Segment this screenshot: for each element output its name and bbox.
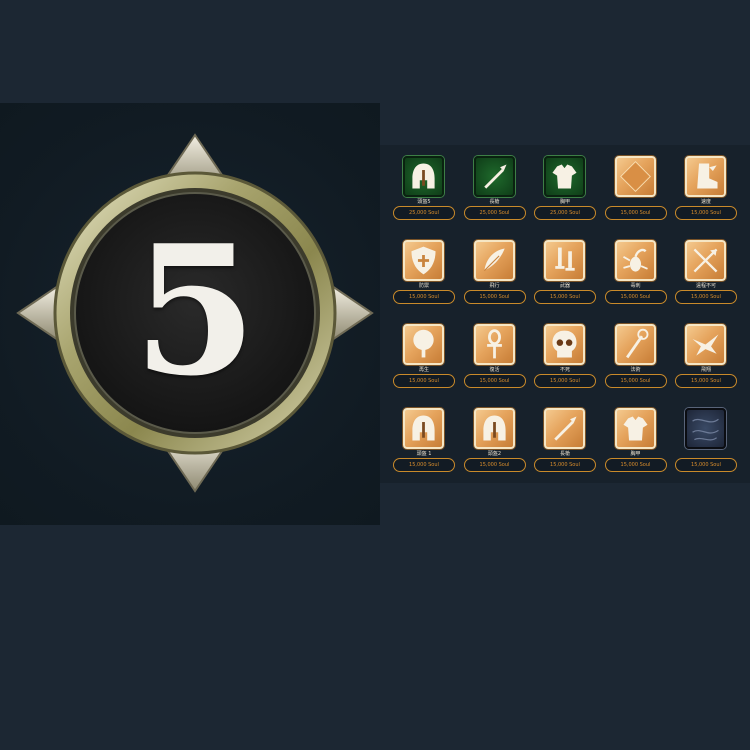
reward-item[interactable]: 胸甲 15,000 Soul (601, 402, 671, 486)
reward-label: 飛行 (489, 283, 500, 289)
rank-number: 5 (133, 206, 257, 415)
spear-icon[interactable] (473, 156, 515, 197)
reward-item[interactable]: 15,000 Soul (671, 402, 741, 486)
price-button[interactable]: 15,000 Soul (675, 374, 737, 388)
reward-item[interactable]: 飛翔 15,000 Soul (671, 318, 741, 402)
reward-label: 胸甲 (630, 451, 641, 457)
helmet-icon[interactable] (403, 156, 444, 197)
body-armor-icon[interactable] (614, 408, 656, 449)
reward-item[interactable]: 頭盔 1 15,000 Soul (389, 402, 459, 486)
tree-icon[interactable] (403, 324, 444, 365)
reward-label: 胸甲 (559, 199, 570, 205)
staff-icon[interactable] (614, 324, 656, 365)
price-button[interactable]: 15,000 Soul (604, 458, 667, 472)
reward-item[interactable]: 不死 15,000 Soul (530, 318, 600, 402)
reward-item[interactable]: 遠程不可 15,000 Soul (671, 234, 741, 318)
reward-label: 不死 (559, 367, 570, 373)
reward-grid: 頭盔5 25,000 Soul 長槍 25,000 Soul 胸甲 25,000 Soul… (380, 145, 750, 483)
reward-label: 頭盔5 (417, 199, 431, 205)
price-button[interactable]: 15,000 Soul (604, 206, 667, 220)
reward-item[interactable]: 長槍 25,000 Soul (460, 150, 530, 234)
reward-item[interactable]: 速度 15,000 Soul (671, 150, 741, 234)
reward-label: 法術 (630, 367, 641, 373)
reward-item[interactable]: 頭盔2 15,000 Soul (460, 402, 530, 486)
reward-item[interactable]: 防禦 15,000 Soul (389, 234, 459, 318)
price-button[interactable]: 15,000 Soul (675, 458, 737, 472)
helmet-icon[interactable] (403, 408, 444, 449)
price-button[interactable]: 15,000 Soul (463, 290, 526, 304)
reward-item[interactable]: 長槍 15,000 Soul (530, 402, 600, 486)
price-button[interactable]: 15,000 Soul (675, 206, 737, 220)
reward-label: 頭盔 1 (416, 451, 432, 457)
spear-icon[interactable] (544, 408, 585, 449)
dark-texture-icon[interactable] (685, 408, 726, 449)
body-armor-icon[interactable] (544, 156, 585, 197)
shield-icon[interactable] (403, 240, 444, 281)
price-button[interactable]: 25,000 Soul (463, 206, 526, 220)
reward-item[interactable]: 飛行 15,000 Soul (460, 234, 530, 318)
ankh-icon[interactable] (473, 324, 515, 365)
reward-label: 遠程不可 (695, 283, 716, 289)
price-button[interactable]: 15,000 Soul (393, 374, 455, 388)
reward-label: 復活 (489, 367, 500, 373)
crossed-arrows-icon[interactable] (685, 240, 726, 281)
price-button[interactable]: 15,000 Soul (604, 374, 667, 388)
boot-icon[interactable] (685, 156, 726, 197)
reward-item[interactable]: 頭盔5 25,000 Soul (389, 150, 459, 234)
skull-icon[interactable] (544, 324, 585, 365)
reward-label: 飛翔 (700, 367, 711, 373)
scorpion-icon[interactable] (614, 240, 656, 281)
price-button[interactable]: 15,000 Soul (393, 458, 455, 472)
helmet-icon[interactable] (473, 408, 515, 449)
reward-item[interactable]: 再生 15,000 Soul (389, 318, 459, 402)
reward-item[interactable]: 武器 15,000 Soul (530, 234, 600, 318)
price-button[interactable]: 15,000 Soul (534, 458, 596, 472)
reward-label: 再生 (418, 367, 429, 373)
reward-item[interactable]: 復活 15,000 Soul (460, 318, 530, 402)
price-button[interactable]: 25,000 Soul (534, 206, 596, 220)
rank-emblem-panel: 5 (0, 103, 380, 525)
reward-label: 毒刺 (630, 283, 641, 289)
reward-item[interactable]: 毒刺 15,000 Soul (601, 234, 671, 318)
reward-label: 長槍 (489, 199, 500, 205)
reward-label: 防禦 (418, 283, 429, 289)
reward-item[interactable]: 法術 15,000 Soul (601, 318, 671, 402)
price-button[interactable]: 15,000 Soul (604, 290, 667, 304)
bird-icon[interactable] (685, 324, 726, 365)
feather-icon[interactable] (473, 240, 515, 281)
price-button[interactable]: 15,000 Soul (675, 290, 737, 304)
price-button[interactable]: 15,000 Soul (463, 374, 526, 388)
reward-label: 頭盔2 (487, 451, 502, 457)
gem-icon[interactable] (614, 156, 656, 197)
reward-label: 長槍 (559, 451, 570, 457)
reward-label: 速度 (700, 199, 711, 205)
price-button[interactable]: 15,000 Soul (463, 458, 526, 472)
reward-item[interactable]: 15,000 Soul (601, 150, 671, 234)
swords-icon[interactable] (544, 240, 585, 281)
reward-item[interactable]: 胸甲 25,000 Soul (530, 150, 600, 234)
price-button[interactable]: 15,000 Soul (393, 290, 455, 304)
price-button[interactable]: 15,000 Soul (534, 374, 596, 388)
price-button[interactable]: 25,000 Soul (393, 206, 455, 220)
reward-label: 武器 (559, 283, 570, 289)
price-button[interactable]: 15,000 Soul (534, 290, 596, 304)
